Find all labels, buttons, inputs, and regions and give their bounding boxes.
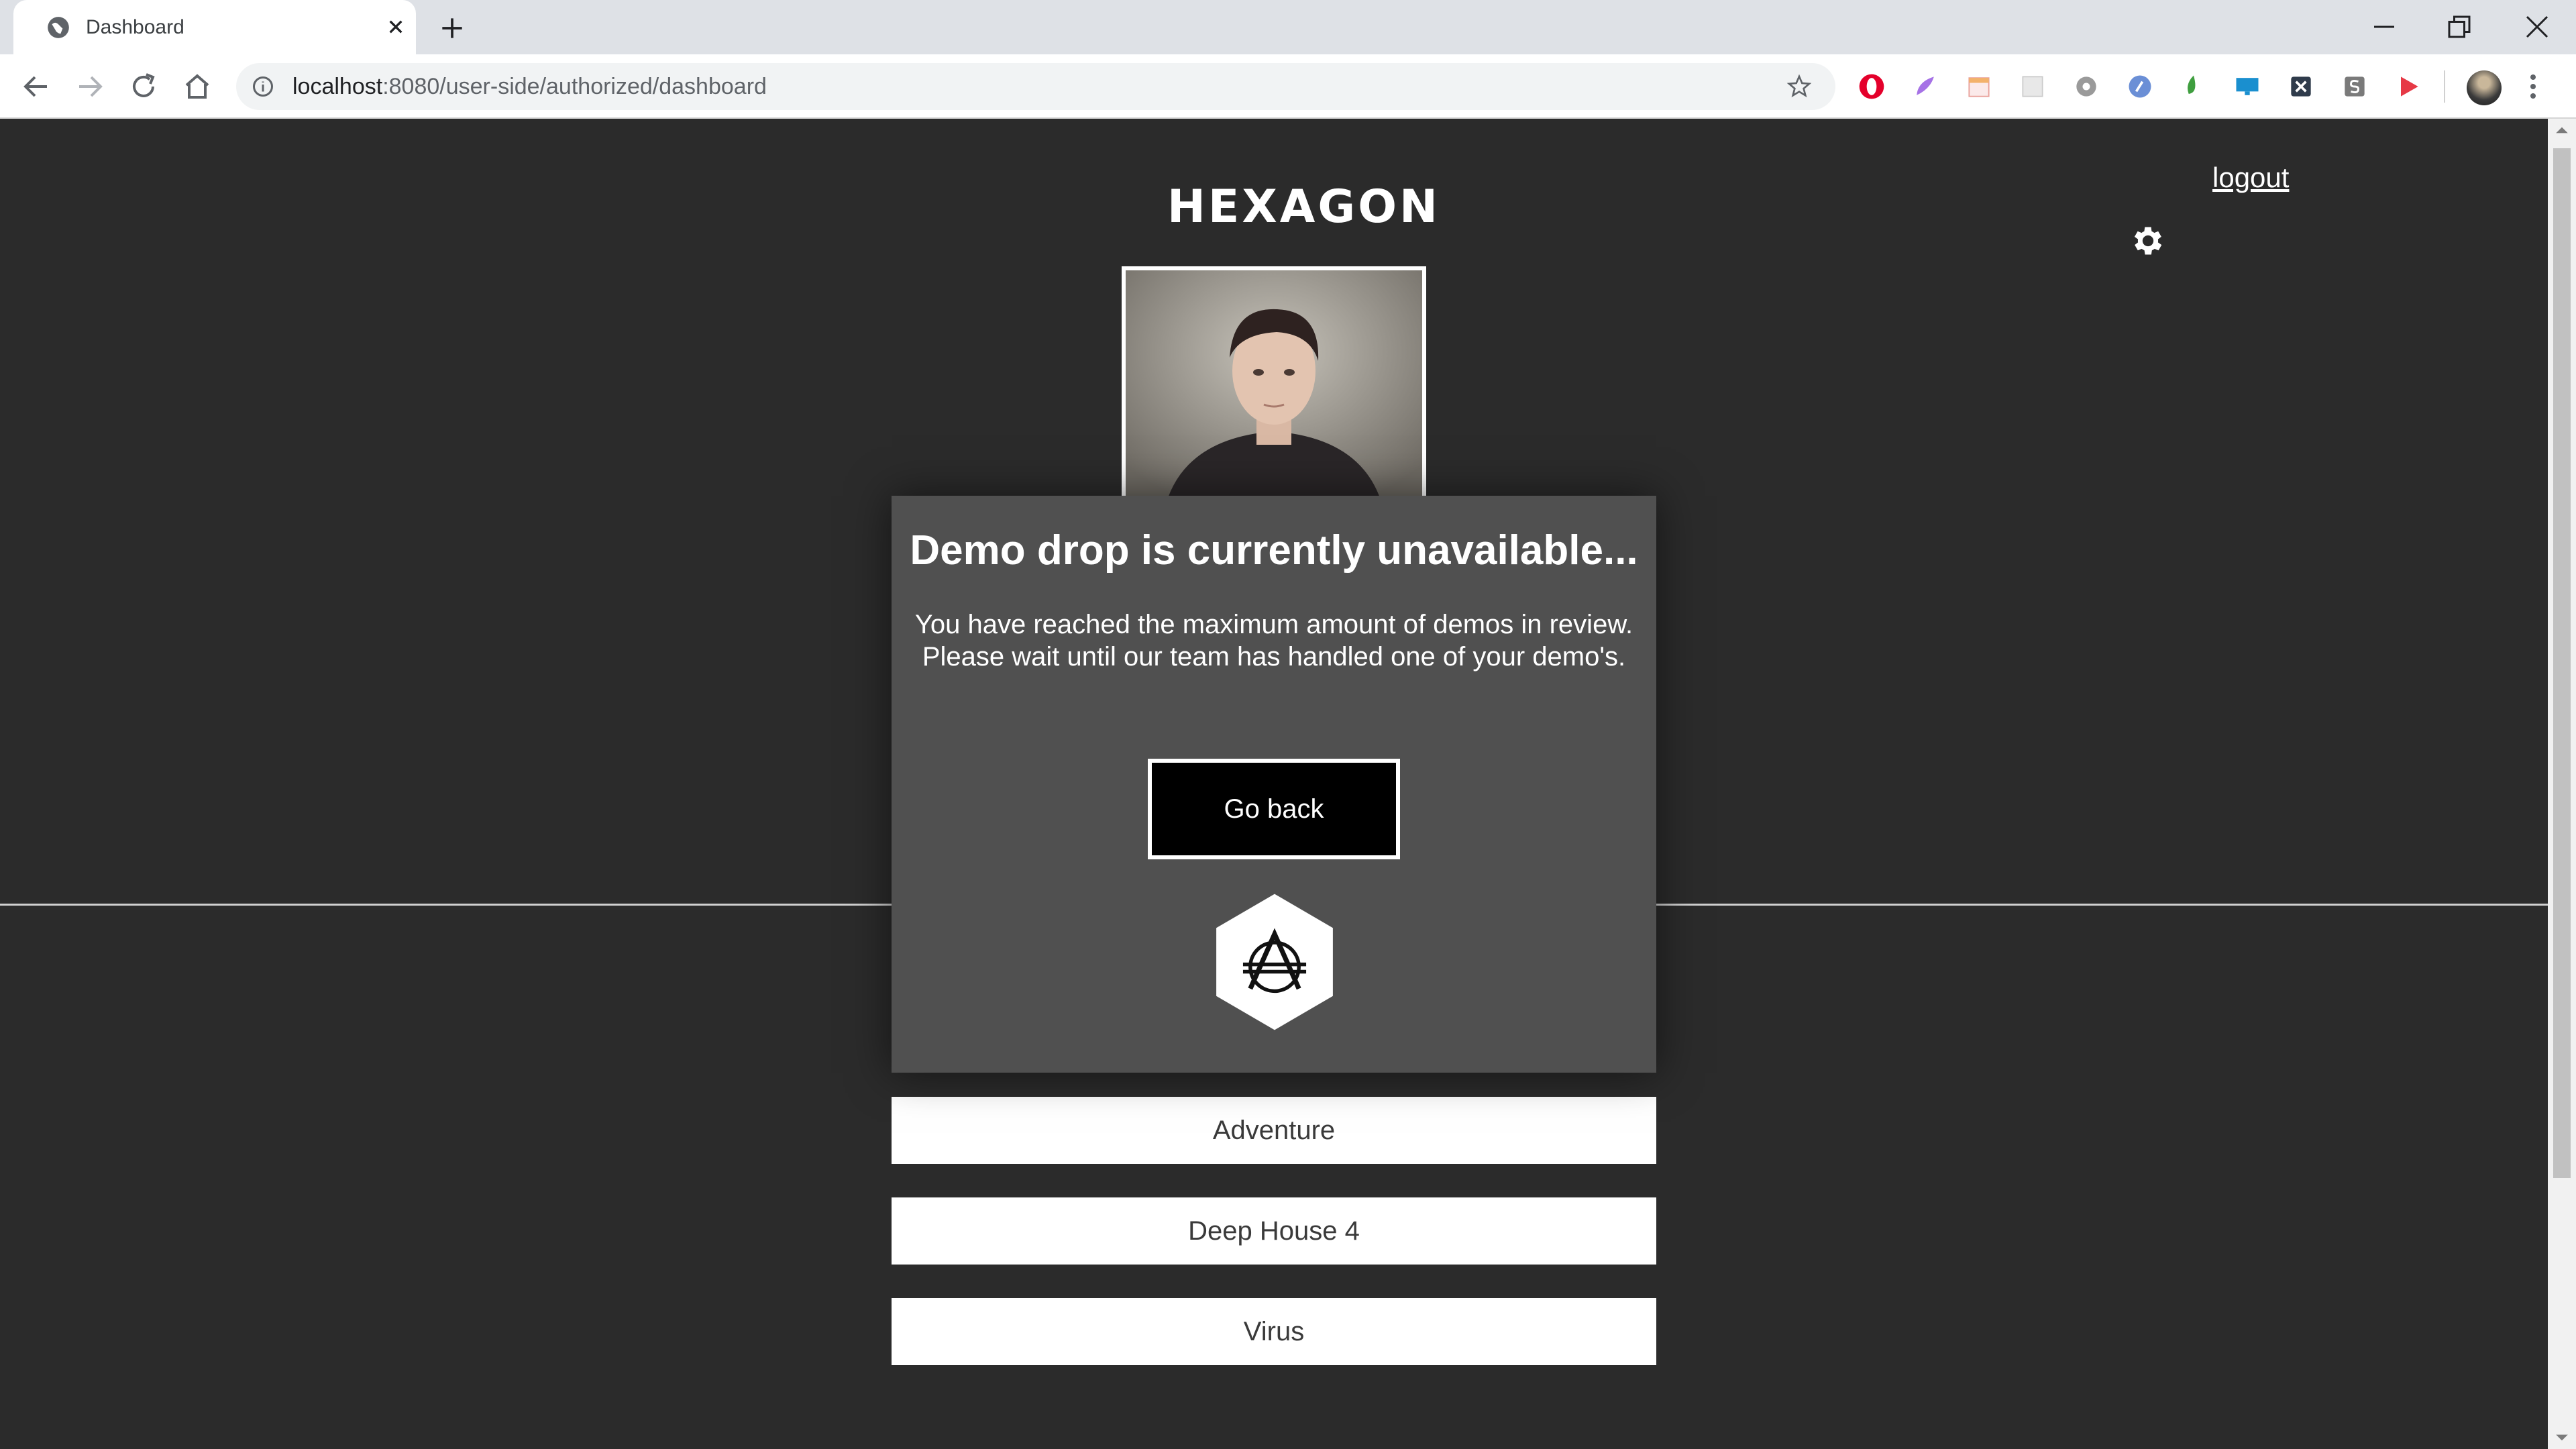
demo-item[interactable]: Adventure — [892, 1097, 1656, 1164]
browser-menu-icon[interactable] — [2526, 70, 2540, 103]
back-arrow-icon[interactable] — [20, 70, 52, 103]
leaf-extension-icon[interactable] — [2179, 72, 2208, 101]
label-hexagon-logo-icon — [1216, 894, 1333, 1030]
forward-arrow-icon[interactable] — [74, 70, 106, 103]
dashboard-page: HEXAGON logout Adventure Deep House 4 Vi… — [0, 119, 2548, 1449]
scrollbar-thumb[interactable] — [2553, 148, 2571, 1178]
url-host: localhost — [292, 74, 383, 99]
tab-title: Dashboard — [86, 16, 184, 38]
browser-tab[interactable]: Dashboard — [13, 0, 416, 54]
compass-extension-icon[interactable] — [2125, 72, 2155, 101]
browser-tab-strip: Dashboard — [0, 0, 2576, 54]
feather-extension-icon[interactable] — [1911, 72, 1940, 101]
modal-message-line-1: You have reached the maximum amount of d… — [914, 610, 1633, 639]
reload-icon[interactable] — [127, 70, 160, 103]
scroll-up-arrow-icon[interactable] — [2555, 123, 2569, 138]
logout-link[interactable]: logout — [2212, 162, 2289, 194]
profile-photo — [1122, 266, 1426, 508]
info-icon[interactable] — [251, 74, 275, 99]
bookmark-star-icon[interactable] — [1786, 73, 1813, 100]
close-tab-icon[interactable] — [382, 13, 409, 40]
page-scrollbar[interactable] — [2548, 119, 2576, 1449]
demo-unavailable-modal: Demo drop is currently unavailable... Yo… — [892, 496, 1656, 1073]
home-icon[interactable] — [181, 70, 213, 103]
play-extension-icon[interactable] — [2394, 72, 2423, 101]
modal-title: Demo drop is currently unavailable... — [910, 527, 1638, 574]
new-tab-icon[interactable] — [437, 13, 467, 43]
toolbar-divider — [2444, 70, 2445, 103]
hexagon-logo: HEXAGON — [1167, 180, 1440, 233]
profile-portrait-image — [1126, 270, 1422, 504]
calendar-extension-icon[interactable] — [1964, 72, 1994, 101]
address-bar[interactable]: localhost:8080/user-side/authorized/dash… — [236, 63, 1835, 110]
opera-extension-icon[interactable] — [1857, 72, 1886, 101]
minimize-icon[interactable] — [2364, 7, 2404, 47]
globe-icon — [48, 17, 69, 38]
demo-item[interactable]: Deep House 4 — [892, 1197, 1656, 1265]
demo-item[interactable]: Virus — [892, 1298, 1656, 1365]
url-text[interactable]: localhost:8080/user-side/authorized/dash… — [292, 63, 767, 110]
browser-toolbar: localhost:8080/user-side/authorized/dash… — [0, 54, 2576, 119]
x-extension-icon[interactable] — [2286, 72, 2316, 101]
restore-icon[interactable] — [2439, 7, 2479, 47]
modal-message-line-2: Please wait until our team has handled o… — [922, 642, 1626, 672]
url-path: :8080/user-side/authorized/dashboard — [382, 74, 767, 99]
go-back-button[interactable]: Go back — [1148, 759, 1400, 859]
s-extension-icon[interactable] — [2340, 72, 2369, 101]
profile-avatar[interactable] — [2467, 70, 2502, 105]
close-window-icon[interactable] — [2517, 7, 2557, 47]
gear-icon[interactable] — [2129, 222, 2167, 260]
scroll-down-arrow-icon[interactable] — [2555, 1430, 2569, 1445]
grid-extension-icon[interactable] — [2018, 72, 2047, 101]
settings-extension-icon[interactable] — [2072, 72, 2101, 101]
monitor-extension-icon[interactable] — [2233, 72, 2262, 101]
